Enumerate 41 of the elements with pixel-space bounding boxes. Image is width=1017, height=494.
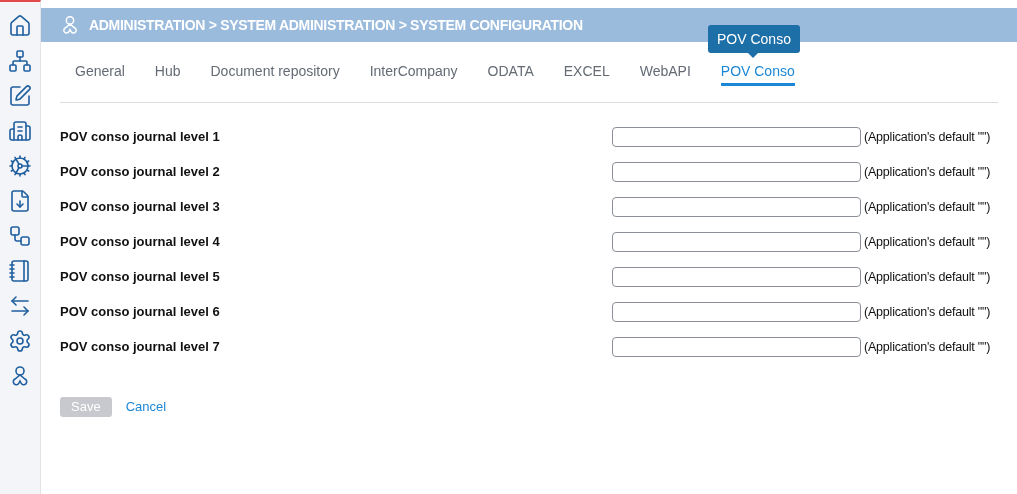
notebook-icon[interactable] bbox=[8, 259, 32, 283]
gear-icon[interactable] bbox=[8, 154, 32, 178]
input-field[interactable] bbox=[612, 162, 861, 182]
default-hint: (Application's default "") bbox=[864, 338, 991, 356]
edit-icon[interactable] bbox=[8, 84, 32, 108]
input-field[interactable] bbox=[612, 267, 861, 287]
input-field[interactable] bbox=[612, 337, 861, 357]
input-field[interactable] bbox=[612, 197, 861, 217]
input-field[interactable] bbox=[612, 302, 861, 322]
home-icon[interactable] bbox=[8, 14, 32, 38]
tab[interactable]: Hub bbox=[154, 58, 181, 86]
settings-icon[interactable] bbox=[8, 329, 32, 353]
field-label: POV conso journal level 5 bbox=[60, 268, 221, 287]
default-hint: (Application's default "") bbox=[864, 128, 991, 146]
tab[interactable]: WebAPI bbox=[639, 58, 691, 86]
tooltip-pointer bbox=[748, 53, 758, 58]
field-label: POV conso journal level 7 bbox=[60, 338, 221, 357]
hierarchy-icon[interactable] bbox=[8, 49, 32, 73]
building-icon[interactable] bbox=[8, 119, 32, 143]
breadcrumb: ADMINISTRATION > SYSTEM ADMINISTRATION > SYSTEM CONFIGURATION bbox=[89, 15, 583, 35]
field-label: POV conso journal level 4 bbox=[60, 233, 221, 252]
input-field[interactable] bbox=[612, 127, 861, 147]
field-label: POV conso journal level 1 bbox=[60, 128, 221, 147]
transfer-icon[interactable] bbox=[8, 294, 32, 318]
field-label: POV conso journal level 3 bbox=[60, 198, 221, 217]
tab[interactable]: ODATA bbox=[487, 58, 534, 86]
tab[interactable]: General bbox=[75, 58, 125, 86]
tab[interactable]: Document repository bbox=[210, 58, 340, 86]
field-label: POV conso journal level 6 bbox=[60, 303, 221, 322]
cancel-link[interactable]: Cancel bbox=[125, 397, 167, 417]
default-hint: (Application's default "") bbox=[864, 268, 991, 286]
tab[interactable]: InterCompany bbox=[369, 58, 458, 86]
tab[interactable]: POV Conso bbox=[720, 58, 795, 86]
default-hint: (Application's default "") bbox=[864, 163, 991, 181]
input-field[interactable] bbox=[612, 232, 861, 252]
default-hint: (Application's default "") bbox=[864, 303, 991, 321]
download-document-icon[interactable] bbox=[8, 189, 32, 213]
default-hint: (Application's default "") bbox=[864, 198, 991, 216]
tab[interactable]: EXCEL bbox=[563, 58, 610, 86]
field-label: POV conso journal level 2 bbox=[60, 163, 221, 182]
default-hint: (Application's default "") bbox=[864, 233, 991, 251]
